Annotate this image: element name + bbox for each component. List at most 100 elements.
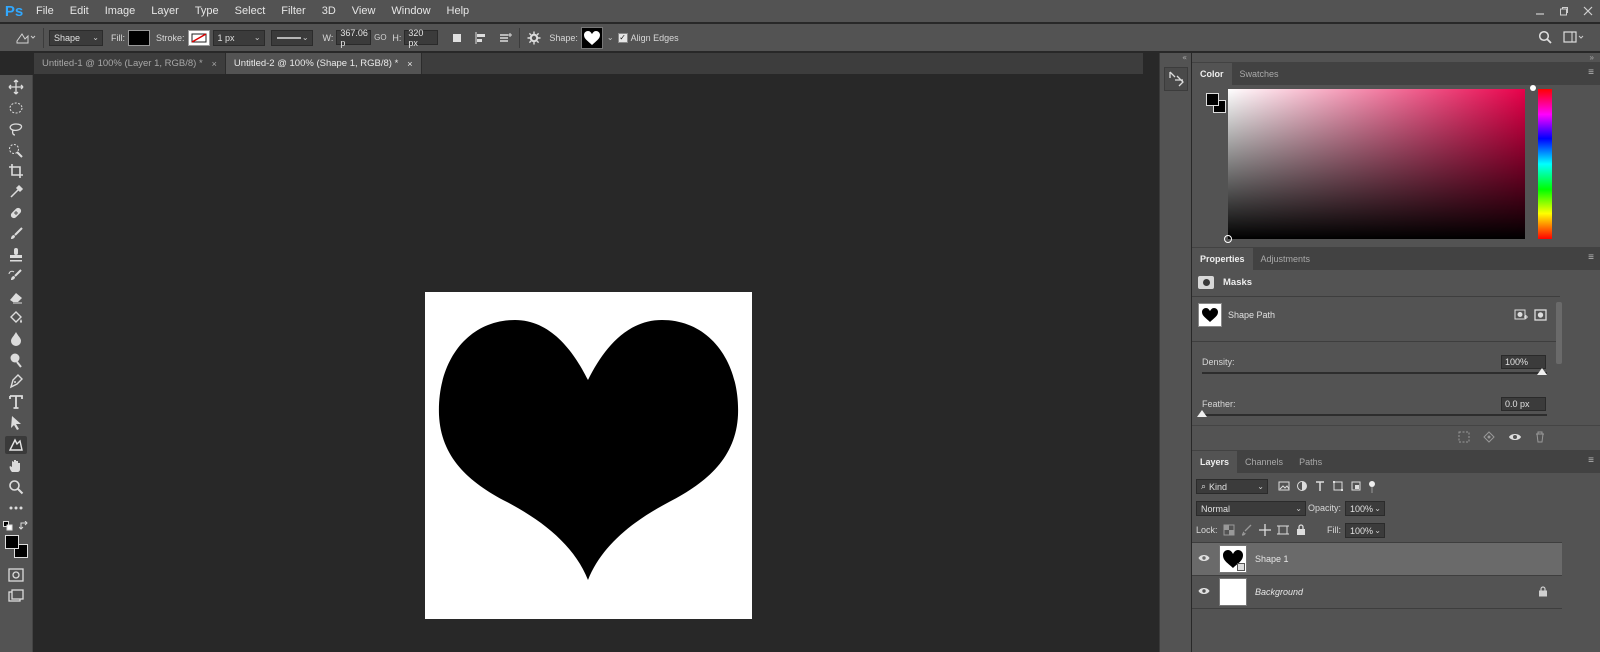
lock-image-pixels-icon[interactable] xyxy=(1241,524,1253,539)
filter-pixel-layers-icon[interactable] xyxy=(1278,480,1290,497)
feather-input[interactable]: 0.0 px xyxy=(1501,397,1546,411)
height-input[interactable]: 320 px xyxy=(404,28,439,48)
foreground-color-swatch[interactable] xyxy=(5,535,19,549)
chevron-down-icon[interactable]: ⌄ xyxy=(607,33,614,42)
menu-layer[interactable]: Layer xyxy=(143,0,187,22)
lock-position-icon[interactable] xyxy=(1259,524,1271,539)
layer-row-background[interactable]: Background xyxy=(1192,576,1562,608)
quick-selection-tool-icon[interactable] xyxy=(5,141,27,159)
tab-adjustments[interactable]: Adjustments xyxy=(1253,248,1319,270)
healing-brush-tool-icon[interactable] xyxy=(5,204,27,222)
menu-help[interactable]: Help xyxy=(439,0,478,22)
tab-swatches[interactable]: Swatches xyxy=(1232,63,1287,85)
hue-slider-handle[interactable] xyxy=(1530,85,1536,91)
menu-select[interactable]: Select xyxy=(227,0,274,22)
expand-dock-icon[interactable]: » xyxy=(1590,53,1594,62)
link-dimensions-icon[interactable]: GO xyxy=(371,29,389,47)
foreground-color-swatch[interactable] xyxy=(1206,93,1219,106)
lock-artboards-icon[interactable] xyxy=(1277,524,1289,539)
filter-shape-layers-icon[interactable] xyxy=(1332,480,1344,497)
stroke-swatch[interactable] xyxy=(187,29,210,46)
hue-slider[interactable] xyxy=(1538,89,1552,239)
eraser-tool-icon[interactable] xyxy=(5,288,27,306)
menu-edit[interactable]: Edit xyxy=(62,0,97,22)
load-selection-icon[interactable] xyxy=(1458,431,1470,446)
shape-layer-thumbnail[interactable] xyxy=(1219,545,1247,573)
align-edges-checkbox[interactable]: ✓ xyxy=(617,32,628,43)
type-tool-icon[interactable] xyxy=(5,393,27,411)
swap-colors-icon[interactable] xyxy=(18,520,29,531)
more-tools-icon[interactable] xyxy=(5,499,27,517)
tab-layers[interactable]: Layers xyxy=(1192,451,1238,473)
quick-mask-icon[interactable] xyxy=(5,566,27,584)
path-arrangement-icon[interactable] xyxy=(496,29,514,47)
path-alignment-icon[interactable] xyxy=(472,29,490,47)
paint-bucket-tool-icon[interactable] xyxy=(5,309,27,327)
menu-file[interactable]: File xyxy=(28,0,62,22)
stroke-width-select[interactable]: 1 px ⌄ xyxy=(212,29,265,46)
clone-stamp-tool-icon[interactable] xyxy=(5,246,27,264)
lasso-tool-icon[interactable] xyxy=(5,120,27,138)
opacity-input[interactable]: 100% ⌄ xyxy=(1345,501,1385,516)
filter-smart-objects-icon[interactable] xyxy=(1350,480,1362,497)
search-icon[interactable] xyxy=(1536,28,1554,46)
menu-type[interactable]: Type xyxy=(187,0,227,22)
tab-paths[interactable]: Paths xyxy=(1291,451,1330,473)
workspace-switcher-icon[interactable] xyxy=(1562,28,1586,46)
panel-menu-icon[interactable]: ≡ xyxy=(1588,67,1594,78)
density-slider[interactable] xyxy=(1202,372,1547,374)
density-slider-handle[interactable] xyxy=(1537,368,1547,375)
tab-channels[interactable]: Channels xyxy=(1237,451,1291,473)
density-input[interactable]: 100% xyxy=(1501,355,1546,369)
history-panel-icon[interactable] xyxy=(1163,67,1188,91)
dodge-tool-icon[interactable] xyxy=(5,351,27,369)
menu-filter[interactable]: Filter xyxy=(273,0,313,22)
move-tool-icon[interactable] xyxy=(5,78,27,96)
fill-input[interactable]: 100% ⌄ xyxy=(1345,523,1385,538)
screen-mode-icon[interactable] xyxy=(5,587,27,605)
layer-row-shape-1[interactable]: Shape 1 xyxy=(1192,543,1562,575)
document-tab-untitled-1[interactable]: Untitled-1 @ 100% (Layer 1, RGB/8) * × xyxy=(34,53,226,74)
history-brush-tool-icon[interactable] xyxy=(5,267,27,285)
heart-shape-layer[interactable] xyxy=(425,292,752,619)
properties-scrollbar[interactable] xyxy=(1556,302,1562,364)
shape-picker[interactable] xyxy=(580,26,603,49)
custom-shape-tool-preset-icon[interactable] xyxy=(12,29,38,47)
document-workspace[interactable] xyxy=(34,75,1143,652)
document-tab-untitled-2[interactable]: Untitled-2 @ 100% (Shape 1, RGB/8) * × xyxy=(225,53,422,74)
crop-tool-icon[interactable] xyxy=(5,162,27,180)
brush-tool-icon[interactable] xyxy=(5,225,27,243)
zoom-tool-icon[interactable] xyxy=(5,478,27,496)
tool-mode-select[interactable]: Shape ⌄ xyxy=(49,29,103,46)
blur-tool-icon[interactable] xyxy=(5,330,27,348)
collapse-dock-icon[interactable]: « xyxy=(1160,53,1191,63)
path-selection-tool-icon[interactable] xyxy=(5,414,27,432)
close-icon[interactable]: × xyxy=(212,59,217,69)
marquee-tool-icon[interactable] xyxy=(5,99,27,117)
width-input[interactable]: 367.06 p xyxy=(336,28,372,48)
menu-window[interactable]: Window xyxy=(383,0,438,22)
toggle-mask-visibility-icon[interactable] xyxy=(1508,431,1522,446)
path-operations-icon[interactable] xyxy=(448,29,466,47)
foreground-background-colors[interactable] xyxy=(4,534,28,558)
tab-color[interactable]: Color xyxy=(1192,63,1232,85)
gear-icon[interactable] xyxy=(525,29,543,47)
delete-mask-icon[interactable] xyxy=(1534,431,1546,446)
filter-adjustment-layers-icon[interactable] xyxy=(1296,480,1308,497)
select-mask-icon[interactable] xyxy=(1534,309,1548,324)
add-vector-mask-icon[interactable] xyxy=(1514,309,1528,324)
layer-filter-select[interactable]: ⌕ Kind ⌄ xyxy=(1196,479,1268,494)
lock-transparent-pixels-icon[interactable] xyxy=(1223,524,1235,539)
feather-slider-handle[interactable] xyxy=(1197,410,1207,417)
custom-shape-tool-icon[interactable] xyxy=(5,436,27,454)
background-layer-thumbnail[interactable] xyxy=(1219,578,1247,606)
filter-type-layers-icon[interactable] xyxy=(1314,480,1326,497)
menu-view[interactable]: View xyxy=(344,0,384,22)
fill-swatch[interactable] xyxy=(128,29,150,46)
feather-slider[interactable] xyxy=(1202,414,1547,416)
close-icon[interactable]: × xyxy=(407,59,412,69)
panel-menu-icon[interactable]: ≡ xyxy=(1588,252,1594,263)
restore-icon[interactable] xyxy=(1552,0,1576,22)
color-picker-cursor[interactable] xyxy=(1224,235,1232,243)
visibility-eye-icon[interactable] xyxy=(1195,587,1213,598)
